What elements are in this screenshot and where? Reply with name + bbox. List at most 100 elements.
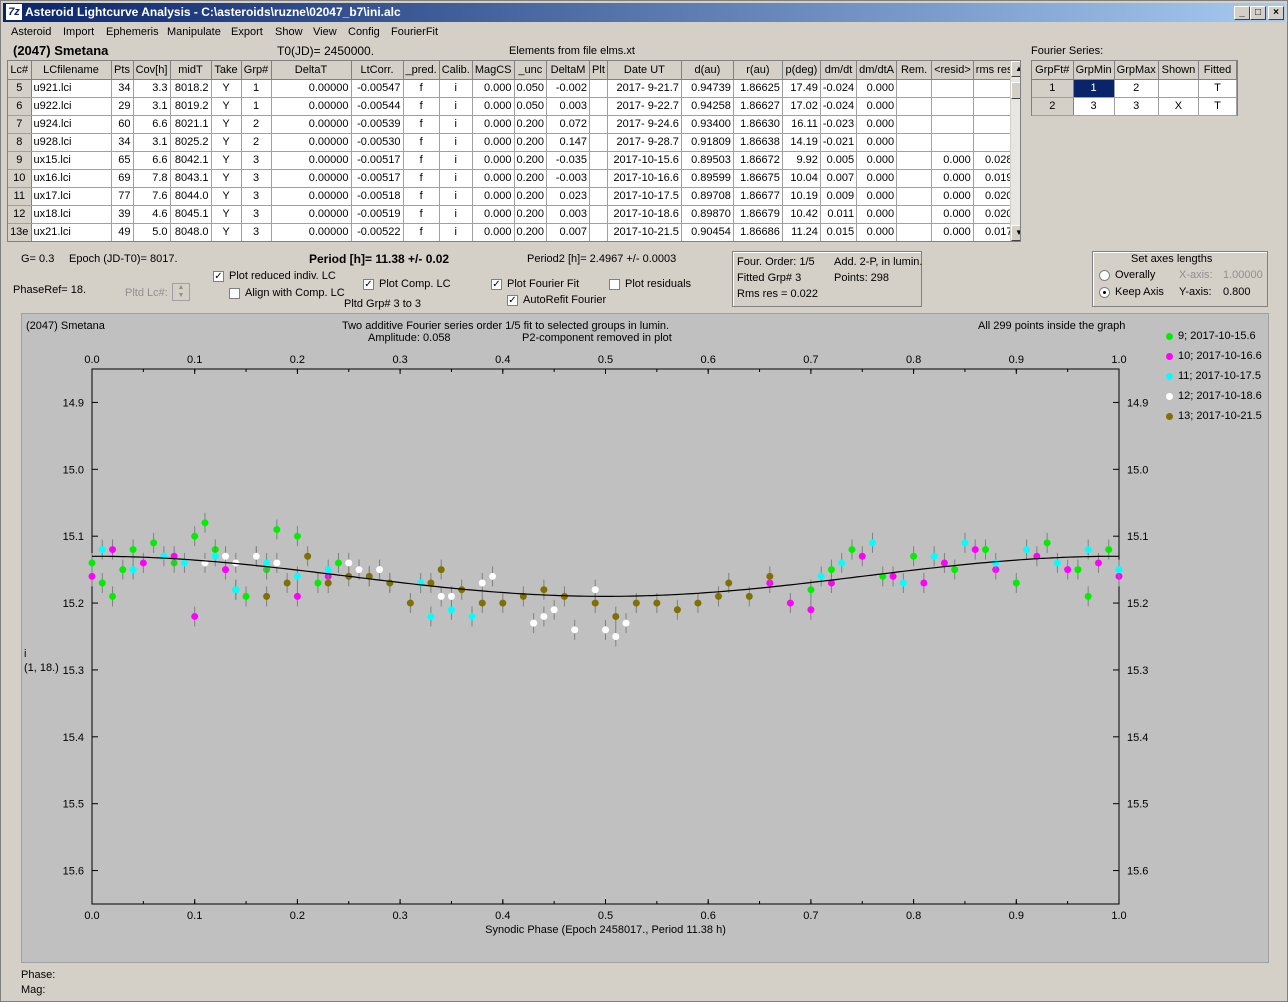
scroll-thumb[interactable] xyxy=(1011,82,1020,99)
table-cell[interactable]: 0.015 xyxy=(820,223,858,241)
col-header[interactable]: rms res xyxy=(973,61,1016,80)
table-cell[interactable] xyxy=(973,133,1016,152)
col-header[interactable]: GrpFt# xyxy=(1032,61,1074,80)
table-cell[interactable]: 2 xyxy=(1032,97,1074,116)
col-header[interactable]: DeltaT xyxy=(271,61,352,80)
table-cell[interactable]: 8021.1 xyxy=(170,115,212,134)
table-cell[interactable]: 0.000 xyxy=(931,205,974,224)
table-cell[interactable]: -0.00519 xyxy=(351,205,404,224)
menu-ephemeris[interactable]: Ephemeris xyxy=(106,26,159,38)
table-cell[interactable]: 8018.2 xyxy=(170,79,212,98)
table-cell[interactable]: 0.028 xyxy=(973,151,1016,170)
pltd-lc-spinner[interactable]: ▲ ▼ xyxy=(172,283,190,301)
table-cell[interactable]: 49 xyxy=(111,223,134,241)
table-cell[interactable]: f xyxy=(403,115,440,134)
col-header[interactable]: Calib. xyxy=(439,61,473,80)
table-cell[interactable]: i xyxy=(439,97,473,116)
maximize-button[interactable]: □ xyxy=(1250,6,1266,20)
table-cell[interactable]: 0.200 xyxy=(514,115,548,134)
table-cell[interactable] xyxy=(896,151,933,170)
col-header[interactable]: Take xyxy=(211,61,242,80)
menu-show[interactable]: Show xyxy=(275,26,303,38)
table-cell[interactable]: 0.00000 xyxy=(271,79,352,98)
table-cell[interactable] xyxy=(931,115,974,134)
table-cell[interactable]: -0.00517 xyxy=(351,151,404,170)
table-cell[interactable]: 60 xyxy=(111,115,134,134)
table-cell[interactable]: 0.000 xyxy=(931,187,974,206)
table-cell[interactable]: 8048.0 xyxy=(170,223,212,241)
col-header[interactable]: LtCorr. xyxy=(351,61,404,80)
table-cell[interactable]: 0.009 xyxy=(820,187,858,206)
col-header[interactable]: Cov[h] xyxy=(133,61,171,80)
table-cell[interactable]: 3 xyxy=(241,151,272,170)
col-header[interactable]: Plt xyxy=(589,61,608,80)
table-cell[interactable]: 0.000 xyxy=(856,97,898,116)
col-header[interactable]: <resid> xyxy=(931,61,974,80)
plot-reduced-checkbox[interactable]: ✓ Plot reduced indiv. LC xyxy=(213,270,336,282)
table-cell[interactable] xyxy=(931,133,974,152)
table-cell[interactable] xyxy=(589,205,608,224)
table-cell[interactable]: 3.3 xyxy=(133,79,171,98)
table-cell[interactable]: 69 xyxy=(111,169,134,188)
table-cell[interactable]: 0.200 xyxy=(514,223,548,241)
table-cell[interactable]: 2 xyxy=(241,115,272,134)
table-cell[interactable]: 8 xyxy=(8,133,32,152)
table-cell[interactable]: 0.000 xyxy=(472,133,515,152)
table-cell[interactable]: 3 xyxy=(1114,97,1159,116)
table-cell[interactable]: 0.89870 xyxy=(681,205,734,224)
table-cell[interactable]: 0.00000 xyxy=(271,187,352,206)
table-cell[interactable]: Y xyxy=(211,133,242,152)
table-cell[interactable]: u921.lci xyxy=(31,79,112,98)
table-cell[interactable]: 1 xyxy=(241,79,272,98)
table-cell[interactable]: i xyxy=(439,151,473,170)
xaxis-value[interactable]: 1.00000 xyxy=(1223,269,1263,281)
table-cell[interactable]: Y xyxy=(211,115,242,134)
table-cell[interactable]: 1.86627 xyxy=(733,97,783,116)
table-cell[interactable]: 2017- 9-28.7 xyxy=(607,133,682,152)
app-icon[interactable]: 7z xyxy=(6,4,22,20)
table-cell[interactable]: i xyxy=(439,79,473,98)
table-cell[interactable] xyxy=(896,97,933,116)
table-cell[interactable]: 2017-10-16.6 xyxy=(607,169,682,188)
col-header[interactable]: MagCS xyxy=(472,61,515,80)
table-cell[interactable]: -0.023 xyxy=(820,115,858,134)
col-header[interactable]: midT xyxy=(170,61,212,80)
table-cell[interactable]: 6 xyxy=(8,97,32,116)
table-cell[interactable]: 8019.2 xyxy=(170,97,212,116)
table-cell[interactable]: 2017-10-17.5 xyxy=(607,187,682,206)
close-button[interactable]: × xyxy=(1268,6,1284,20)
col-header[interactable]: GrpMin xyxy=(1073,61,1115,80)
table-cell[interactable]: 0.89503 xyxy=(681,151,734,170)
table-cell[interactable]: 6.6 xyxy=(133,115,171,134)
table-cell[interactable]: 65 xyxy=(111,151,134,170)
table-row[interactable]: 233XT xyxy=(1032,97,1237,116)
col-header[interactable]: Date UT xyxy=(607,61,682,80)
table-cell[interactable]: 0.000 xyxy=(472,97,515,116)
table-cell[interactable]: i xyxy=(439,115,473,134)
table-cell[interactable]: ux21.lci xyxy=(31,223,112,241)
table-cell[interactable]: 2017- 9-21.7 xyxy=(607,79,682,98)
table-cell[interactable]: 1.86625 xyxy=(733,79,783,98)
minimize-button[interactable]: _ xyxy=(1234,6,1250,20)
table-cell[interactable]: 7 xyxy=(8,115,32,134)
table-cell[interactable]: 2 xyxy=(1114,79,1159,98)
keep-axis-radio[interactable]: Keep Axis xyxy=(1099,286,1164,298)
table-cell[interactable]: 10.19 xyxy=(782,187,821,206)
table-cell[interactable] xyxy=(931,79,974,98)
table-cell[interactable]: f xyxy=(403,133,440,152)
table-cell[interactable]: 6.6 xyxy=(133,151,171,170)
table-cell[interactable]: 2017-10-21.5 xyxy=(607,223,682,241)
table-cell[interactable]: 0.93400 xyxy=(681,115,734,134)
table-cell[interactable]: 0.00000 xyxy=(271,205,352,224)
table-cell[interactable]: ux15.lci xyxy=(31,151,112,170)
plot-residuals-checkbox[interactable]: Plot residuals xyxy=(609,278,691,290)
table-cell[interactable]: 34 xyxy=(111,79,134,98)
table-cell[interactable]: 0.00000 xyxy=(271,169,352,188)
table-cell[interactable]: 0.90454 xyxy=(681,223,734,241)
table-cell[interactable]: i xyxy=(439,223,473,241)
table-cell[interactable]: 0.000 xyxy=(472,79,515,98)
table-cell[interactable]: 2 xyxy=(241,133,272,152)
table-cell[interactable]: 0.050 xyxy=(514,79,548,98)
table-cell[interactable]: 1 xyxy=(1073,79,1115,98)
table-cell[interactable]: f xyxy=(403,187,440,206)
